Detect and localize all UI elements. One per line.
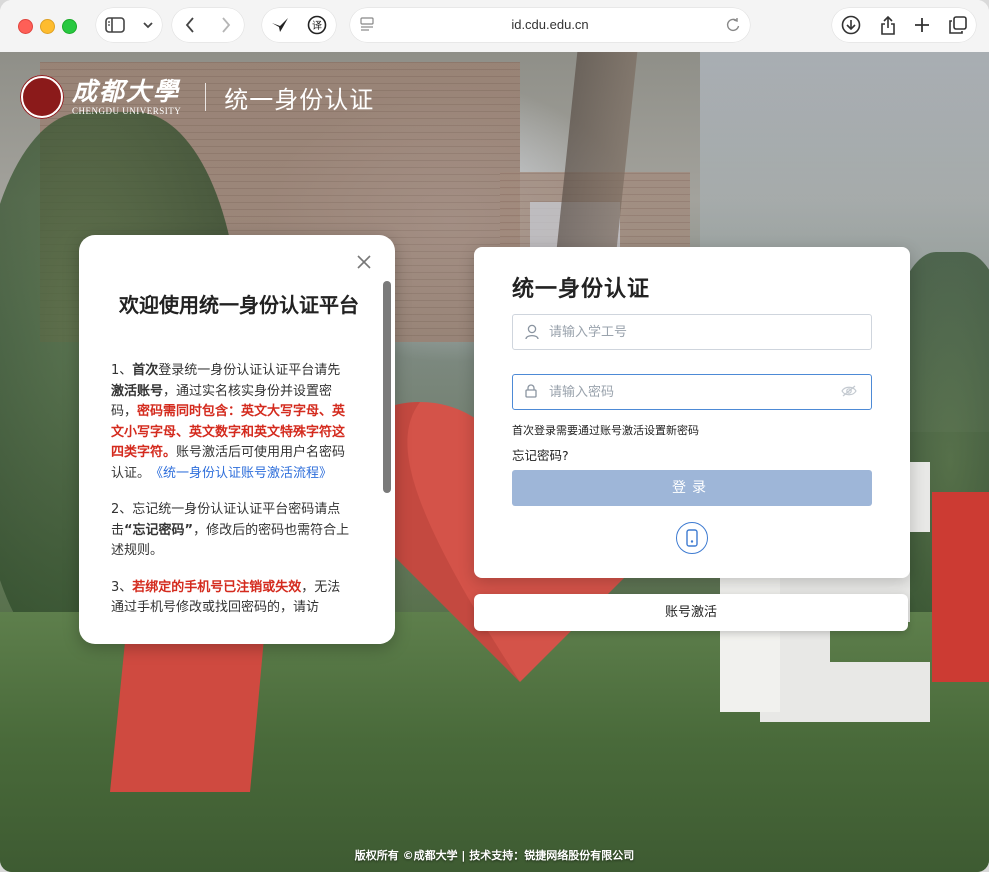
- extensions-group: 译: [262, 8, 336, 42]
- university-name-cn: 成都大學: [72, 76, 181, 106]
- user-icon: [525, 324, 539, 340]
- notice-paragraph-2: 2、忘记统一身份认证认证平台密码请点击“忘记密码”，修改后的密码也需符合上述规则…: [111, 502, 350, 558]
- footer-copyright: 版权所有 ©成都大学 | 技术支持：锐捷网络股份有限公司: [354, 849, 635, 862]
- tab-overview-icon[interactable]: [948, 16, 967, 34]
- university-brand: 成都大學 CHENGDU UNIVERSITY: [72, 76, 182, 117]
- account-activation-button[interactable]: 账号激活: [474, 594, 908, 631]
- sidebar-toggle-group: [96, 8, 162, 42]
- notice-scrollbar[interactable]: [383, 281, 391, 493]
- first-login-hint: 首次登录需要通过账号激活设置新密码: [512, 424, 699, 437]
- login-card: 统一身份认证 首次登录需要通过账号激活设置新密码 忘记密码? 登录: [474, 247, 910, 578]
- page-background: 成都大學 CHENGDU UNIVERSITY 统一身份认证 欢迎使用统一身份认…: [0, 52, 989, 872]
- header-divider: [205, 83, 207, 111]
- notice-dialog: 欢迎使用统一身份认证平台 1、首次登录统一身份认证认证平台请先激活账号，通过实名…: [79, 235, 395, 644]
- notice-body: 1、首次登录统一身份认证认证平台请先激活账号，通过实名核实身份并设置密码，密码需…: [111, 361, 353, 635]
- university-name-en: CHENGDU UNIVERSITY: [72, 105, 182, 116]
- close-window-button[interactable]: [18, 19, 33, 34]
- username-field[interactable]: [512, 314, 872, 350]
- notice-title: 欢迎使用统一身份认证平台: [119, 293, 359, 317]
- navigation-group: [172, 8, 244, 42]
- address-bar[interactable]: id.cdu.edu.cn: [350, 8, 750, 42]
- chevron-down-icon[interactable]: [143, 21, 153, 29]
- zoom-window-button[interactable]: [62, 19, 77, 34]
- password-field[interactable]: [512, 374, 872, 410]
- lock-icon: [525, 384, 537, 398]
- minimize-window-button[interactable]: [40, 19, 55, 34]
- notice-paragraph-3: 3、若绑定的手机号已注销或失效，无法通过手机号修改或找回密码的，请访: [111, 579, 341, 616]
- translate-extension-icon[interactable]: 译: [307, 15, 327, 35]
- browser-window: 译 id.cdu.edu.cn 成都大學 CHENGDU UNIVERSITY …: [0, 0, 989, 872]
- activation-guide-link[interactable]: 《统一身份认证账号激活流程》: [157, 466, 333, 481]
- browser-actions: [832, 8, 976, 42]
- share-icon[interactable]: [880, 15, 896, 35]
- mobile-phone-icon: [686, 529, 698, 547]
- login-title: 统一身份认证: [512, 277, 651, 302]
- url-text[interactable]: id.cdu.edu.cn: [350, 17, 750, 32]
- site-header: 成都大學 CHENGDU UNIVERSITY 统一身份认证: [20, 74, 374, 120]
- sidebar-icon[interactable]: [105, 17, 125, 33]
- forward-icon[interactable]: [221, 17, 231, 33]
- back-icon[interactable]: [185, 17, 195, 33]
- svg-text:译: 译: [312, 20, 322, 32]
- bird-extension-icon[interactable]: [271, 17, 289, 33]
- downloads-icon[interactable]: [841, 15, 861, 35]
- close-icon[interactable]: [355, 253, 373, 271]
- mobile-login-button[interactable]: [676, 522, 708, 554]
- login-button[interactable]: 登录: [512, 470, 872, 506]
- eye-hidden-icon[interactable]: [841, 385, 857, 397]
- password-input[interactable]: [549, 375, 829, 409]
- browser-toolbar: 译 id.cdu.edu.cn: [0, 0, 989, 53]
- username-input[interactable]: [549, 315, 829, 349]
- system-title: 统一身份认证: [224, 85, 375, 114]
- new-tab-icon[interactable]: [914, 17, 930, 33]
- forgot-password-link[interactable]: 忘记密码?: [512, 445, 569, 464]
- university-seal-logo[interactable]: [20, 75, 64, 119]
- reload-icon[interactable]: [726, 17, 740, 33]
- notice-paragraph-1: 1、首次登录统一身份认证认证平台请先激活账号，通过实名核实身份并设置密码，密码需…: [111, 363, 346, 481]
